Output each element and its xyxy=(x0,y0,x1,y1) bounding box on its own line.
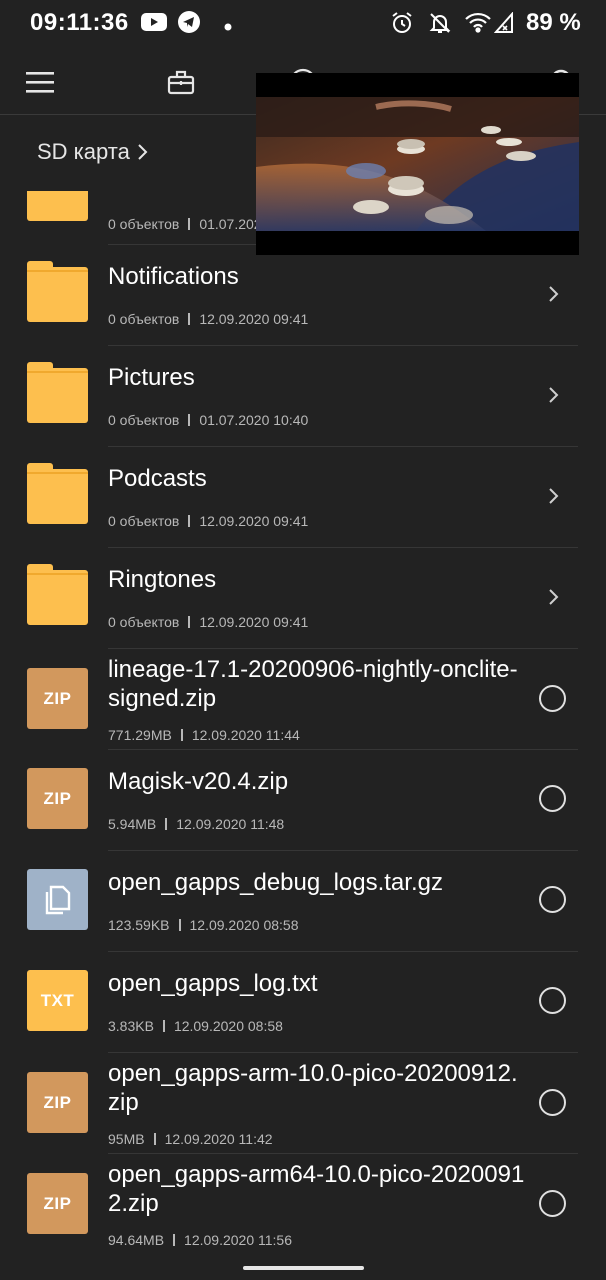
list-item[interactable]: Pictures 0 объектов 01.07.2020 10:40 xyxy=(0,346,606,447)
zip-file-icon: ZIP xyxy=(27,668,88,729)
file-type-badge: TXT xyxy=(27,970,88,1031)
file-type-badge: ZIP xyxy=(27,1072,88,1133)
file-meta: 123.59KB 12.09.2020 08:58 xyxy=(108,917,299,933)
battery-level: 89 % xyxy=(526,9,581,36)
list-item[interactable]: open_gapps_debug_logs.tar.gz 123.59KB 12.… xyxy=(0,851,606,952)
file-name: lineage-17.1-20200906-nightly-onclite-si… xyxy=(108,656,518,712)
file-date: 12.09.2020 08:58 xyxy=(173,1018,283,1034)
file-size: 94.64MB xyxy=(108,1232,165,1248)
folder-icon xyxy=(27,191,88,221)
file-date: 01.07.2020 10:40 xyxy=(199,412,309,428)
file-type-badge: ZIP xyxy=(27,768,88,829)
file-size: 123.59KB xyxy=(108,917,170,933)
file-name: Notifications xyxy=(108,263,239,290)
file-size: 0 объектов xyxy=(108,412,180,428)
chevron-right-icon xyxy=(549,387,559,403)
status-bar: 09:11:36 89 % xyxy=(0,0,606,48)
file-date: 12.09.2020 11:48 xyxy=(176,816,285,832)
select-checkbox[interactable] xyxy=(539,785,566,812)
file-size: 0 объектов xyxy=(108,614,180,630)
home-indicator[interactable] xyxy=(243,1266,364,1270)
youtube-icon xyxy=(141,12,167,37)
chevron-right-icon xyxy=(549,589,559,605)
file-date: 12.09.2020 09:41 xyxy=(199,311,309,327)
file-size: 0 объектов xyxy=(108,311,180,327)
file-size: 771.29MB xyxy=(108,727,172,743)
zip-file-icon: ZIP xyxy=(27,1173,88,1234)
copy-icon xyxy=(27,869,88,930)
folder-icon xyxy=(27,261,88,322)
list-item[interactable]: ZIP Magisk-v20.4.zip 5.94MB 12.09.2020 11… xyxy=(0,750,606,851)
file-date: 12.09.2020 11:42 xyxy=(164,1131,273,1147)
file-date: 12.09.2020 11:44 xyxy=(191,727,300,743)
file-meta: 5.94MB 12.09.2020 11:48 xyxy=(108,816,284,832)
file-date: 12.09.2020 09:41 xyxy=(199,513,309,529)
toolbox-icon xyxy=(167,70,195,95)
file-size: 0 объектов xyxy=(108,216,180,232)
file-date: 12.09.2020 08:58 xyxy=(189,917,299,933)
file-size: 95MB xyxy=(108,1131,145,1147)
file-type-badge: ZIP xyxy=(27,1173,88,1234)
file-name: open_gapps-arm64-10.0-pico-20200912.zip xyxy=(108,1161,525,1217)
file-name: open_gapps_log.txt xyxy=(108,970,318,997)
file-type-badge: ZIP xyxy=(27,668,88,729)
text-file-icon: TXT xyxy=(27,970,88,1031)
select-checkbox[interactable] xyxy=(539,1089,566,1116)
file-name: Pictures xyxy=(108,364,195,391)
file-date: 12.09.2020 11:56 xyxy=(184,1232,292,1248)
file-meta: 0 объектов 01.07.2020 10:40 xyxy=(108,412,308,428)
list-item[interactable]: TXT open_gapps_log.txt 3.83KB 12.09.2020 … xyxy=(0,952,606,1053)
file-name: Podcasts xyxy=(108,465,207,492)
folder-icon xyxy=(27,564,88,625)
list-item[interactable]: ZIP open_gapps-arm64-10.0-pico-20200912.… xyxy=(0,1154,606,1251)
signal-icon xyxy=(493,11,514,39)
chevron-right-icon xyxy=(138,144,148,160)
list-item[interactable]: Podcasts 0 объектов 12.09.2020 09:41 xyxy=(0,447,606,548)
file-list: 0 объектов 01.07.2020 10:40 Notifications… xyxy=(0,191,606,1251)
select-checkbox[interactable] xyxy=(539,1190,566,1217)
pip-video-player[interactable] xyxy=(256,73,579,255)
file-date: 12.09.2020 09:41 xyxy=(199,614,309,630)
file-name: open_gapps-arm-10.0-pico-20200912.zip xyxy=(108,1060,518,1116)
status-time: 09:11:36 xyxy=(30,9,129,36)
folder-icon xyxy=(27,362,88,423)
file-meta: 94.64MB 12.09.2020 11:56 xyxy=(108,1232,292,1248)
notifications-off-icon xyxy=(428,11,452,40)
file-name: Ringtones xyxy=(108,566,217,593)
video-frame xyxy=(256,97,579,231)
dot-icon xyxy=(224,18,232,36)
select-checkbox[interactable] xyxy=(539,987,566,1014)
file-meta: 0 объектов 12.09.2020 09:41 xyxy=(108,513,308,529)
folder-icon xyxy=(27,463,88,524)
select-checkbox[interactable] xyxy=(539,886,566,913)
alarm-icon xyxy=(390,11,414,40)
menu-button[interactable] xyxy=(20,62,60,102)
breadcrumb[interactable]: SD карта xyxy=(37,139,148,165)
file-meta: 0 объектов 12.09.2020 09:41 xyxy=(108,614,308,630)
chevron-right-icon xyxy=(549,286,559,302)
zip-file-icon: ZIP xyxy=(27,1072,88,1133)
file-size: 5.94MB xyxy=(108,816,157,832)
breadcrumb-label: SD карта xyxy=(37,139,130,164)
telegram-icon xyxy=(178,11,200,38)
list-item[interactable]: Ringtones 0 объектов 12.09.2020 09:41 xyxy=(0,548,606,649)
toolbox-button[interactable] xyxy=(161,62,201,102)
menu-icon xyxy=(26,72,54,93)
file-meta: 0 объектов 12.09.2020 09:41 xyxy=(108,311,308,327)
file-meta: 771.29MB 12.09.2020 11:44 xyxy=(108,727,300,743)
select-checkbox[interactable] xyxy=(539,685,566,712)
file-size: 3.83KB xyxy=(108,1018,154,1034)
file-meta: 95MB 12.09.2020 11:42 xyxy=(108,1131,273,1147)
list-item[interactable]: ZIP lineage-17.1-20200906-nightly-onclit… xyxy=(0,649,606,750)
wifi-icon xyxy=(464,11,492,38)
file-size: 0 объектов xyxy=(108,513,180,529)
chevron-right-icon xyxy=(549,488,559,504)
list-item[interactable]: Notifications 0 объектов 12.09.2020 09:41 xyxy=(0,245,606,346)
file-meta: 3.83KB 12.09.2020 08:58 xyxy=(108,1018,283,1034)
list-item[interactable]: ZIP open_gapps-arm-10.0-pico-20200912.zi… xyxy=(0,1053,606,1154)
zip-file-icon: ZIP xyxy=(27,768,88,829)
file-name: Magisk-v20.4.zip xyxy=(108,768,289,795)
document-file-icon xyxy=(27,869,88,930)
file-name: open_gapps_debug_logs.tar.gz xyxy=(108,869,443,896)
